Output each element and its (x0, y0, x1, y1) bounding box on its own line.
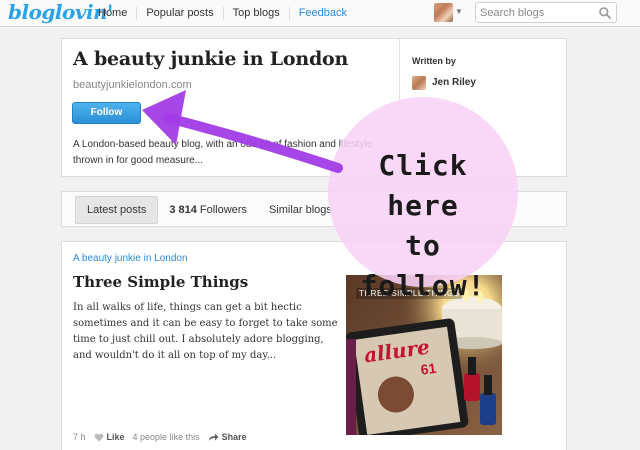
annotation-text: Click here to follow! (338, 146, 508, 306)
post-excerpt: In all walks of life, things can get a b… (73, 302, 338, 361)
main-nav: Home Popular posts Top blogs Feedback (88, 0, 356, 27)
nav-home[interactable]: Home (88, 7, 136, 20)
tab-latest-posts-label: Latest posts (87, 204, 147, 216)
post-blog-link[interactable]: A beauty junkie in London (73, 253, 188, 264)
share-button[interactable]: Share (208, 432, 247, 442)
author-name[interactable]: Jen Riley (432, 77, 476, 88)
search-icon[interactable] (598, 6, 612, 20)
like-label: Like (106, 432, 125, 442)
search-input[interactable] (480, 5, 592, 20)
likes-count[interactable]: 4 people like this (133, 432, 200, 442)
tab-followers-label: Followers (199, 204, 247, 216)
search-box[interactable] (475, 2, 617, 23)
post-meta: 7 h Like 4 people like this Share (73, 432, 255, 442)
heart-icon (94, 433, 103, 441)
tab-latest-posts[interactable]: Latest posts (75, 196, 159, 224)
svg-text:61: 61 (420, 360, 438, 378)
followers-count: 3 814 (169, 204, 197, 216)
tab-similar-blogs-label: Similar blogs (268, 204, 332, 216)
nav-popular-posts[interactable]: Popular posts (136, 7, 222, 20)
top-navigation-bar: bloglovin' Home Popular posts Top blogs … (0, 0, 640, 27)
share-icon (208, 433, 219, 441)
author-avatar[interactable] (412, 76, 426, 90)
like-button[interactable]: Like (94, 432, 125, 442)
tab-followers[interactable]: 3 814 Followers (158, 196, 258, 224)
post-title[interactable]: Three Simple Things (73, 273, 248, 291)
annotation-line-1: Click here (378, 149, 468, 222)
post-time: 7 h (73, 432, 86, 442)
written-by-label: Written by (412, 56, 456, 66)
nav-feedback[interactable]: Feedback (288, 7, 356, 20)
chevron-down-icon[interactable]: ▼ (455, 7, 463, 16)
annotation-line-2: to follow! (360, 229, 486, 302)
user-avatar[interactable] (434, 3, 453, 22)
blog-title[interactable]: A beauty junkie in London (73, 48, 348, 70)
share-label: Share (221, 432, 247, 442)
blog-url[interactable]: beautyjunkielondon.com (73, 79, 192, 91)
nav-top-blogs[interactable]: Top blogs (222, 7, 289, 20)
follow-button[interactable]: Follow (72, 102, 141, 124)
